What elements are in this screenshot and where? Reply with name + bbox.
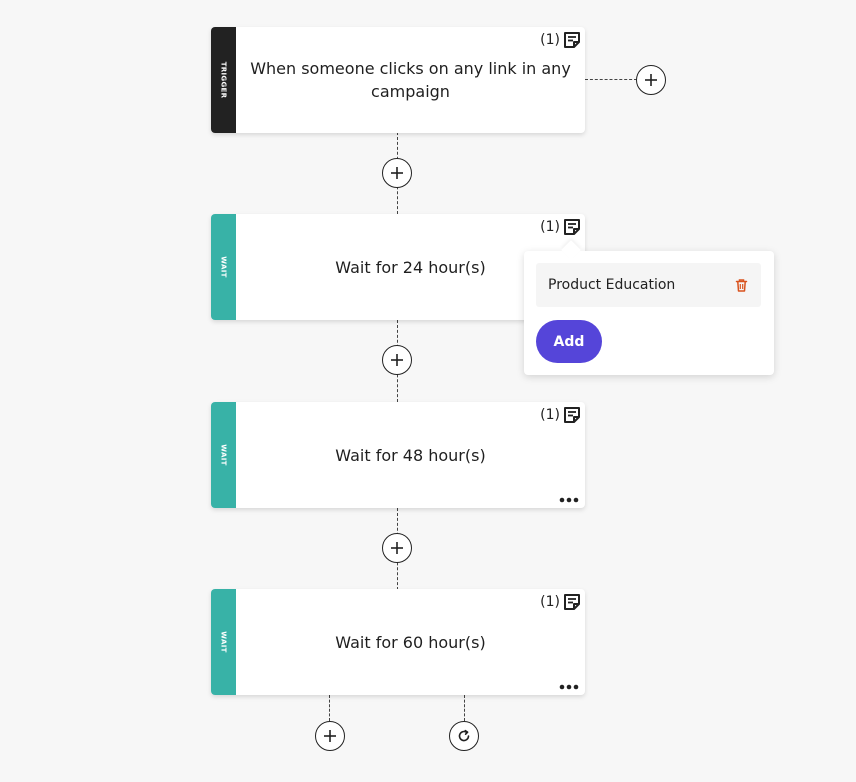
wait-node[interactable]: WAIT Wait for 48 hour(s) (1) (211, 402, 585, 508)
loop-button[interactable] (449, 721, 479, 751)
add-step-button[interactable] (382, 158, 412, 188)
wait-node[interactable]: WAIT Wait for 60 hour(s) (1) (211, 589, 585, 695)
add-step-button[interactable] (382, 533, 412, 563)
trigger-notes[interactable]: (1) (540, 30, 582, 50)
wait-strip: WAIT (211, 589, 236, 695)
wait-strip: WAIT (211, 402, 236, 508)
plus-icon (324, 730, 336, 742)
trigger-text: When someone clicks on any link in any c… (250, 59, 571, 101)
plus-icon (645, 74, 657, 86)
trash-icon[interactable] (734, 278, 749, 293)
note-icon[interactable] (562, 30, 582, 50)
notes-popover: Product Education Add (524, 240, 774, 375)
workflow-canvas: TRIGGER When someone clicks on any link … (0, 0, 856, 782)
add-note-button[interactable]: Add (536, 320, 602, 363)
trigger-node[interactable]: TRIGGER When someone clicks on any link … (211, 27, 585, 133)
note-item[interactable]: Product Education (536, 263, 761, 307)
note-icon[interactable] (562, 405, 582, 425)
wait-strip-label: WAIT (219, 444, 228, 466)
add-branch-button[interactable] (636, 65, 666, 95)
note-count: (1) (540, 32, 560, 48)
wait-strip-label: WAIT (219, 631, 228, 653)
plus-icon (391, 542, 403, 554)
wait-notes[interactable]: (1) (540, 405, 582, 425)
wait-notes[interactable]: (1) (540, 217, 582, 237)
wait-notes[interactable]: (1) (540, 592, 582, 612)
note-count: (1) (540, 219, 560, 235)
plus-icon (391, 354, 403, 366)
add-step-button[interactable] (315, 721, 345, 751)
note-count: (1) (540, 594, 560, 610)
add-step-button[interactable] (382, 345, 412, 375)
wait-text: Wait for 48 hour(s) (335, 445, 486, 465)
trigger-strip-label: TRIGGER (219, 61, 228, 99)
connector (464, 695, 465, 721)
wait-strip: WAIT (211, 214, 236, 320)
connector (585, 79, 637, 80)
refresh-icon (458, 729, 470, 742)
more-horizontal-icon[interactable] (559, 497, 579, 503)
trigger-strip: TRIGGER (211, 27, 236, 133)
note-icon[interactable] (562, 217, 582, 237)
plus-icon (391, 167, 403, 179)
more-horizontal-icon[interactable] (559, 684, 579, 690)
note-count: (1) (540, 407, 560, 423)
note-icon[interactable] (562, 592, 582, 612)
note-label: Product Education (548, 277, 676, 293)
connector (329, 695, 330, 721)
wait-strip-label: WAIT (219, 256, 228, 278)
wait-text: Wait for 60 hour(s) (335, 632, 486, 652)
